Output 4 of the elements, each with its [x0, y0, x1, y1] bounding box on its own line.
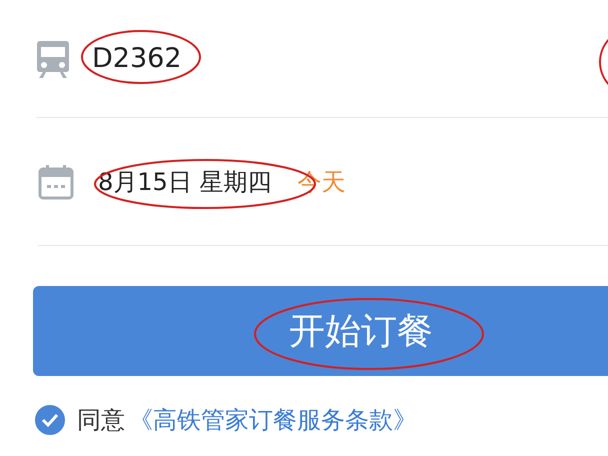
agree-text: 同意 [77, 405, 125, 436]
terms-link[interactable]: 《高铁管家订餐服务条款》 [129, 404, 417, 436]
train-number: D2362 [92, 43, 182, 74]
order-button[interactable]: 开始订餐 [33, 286, 608, 376]
